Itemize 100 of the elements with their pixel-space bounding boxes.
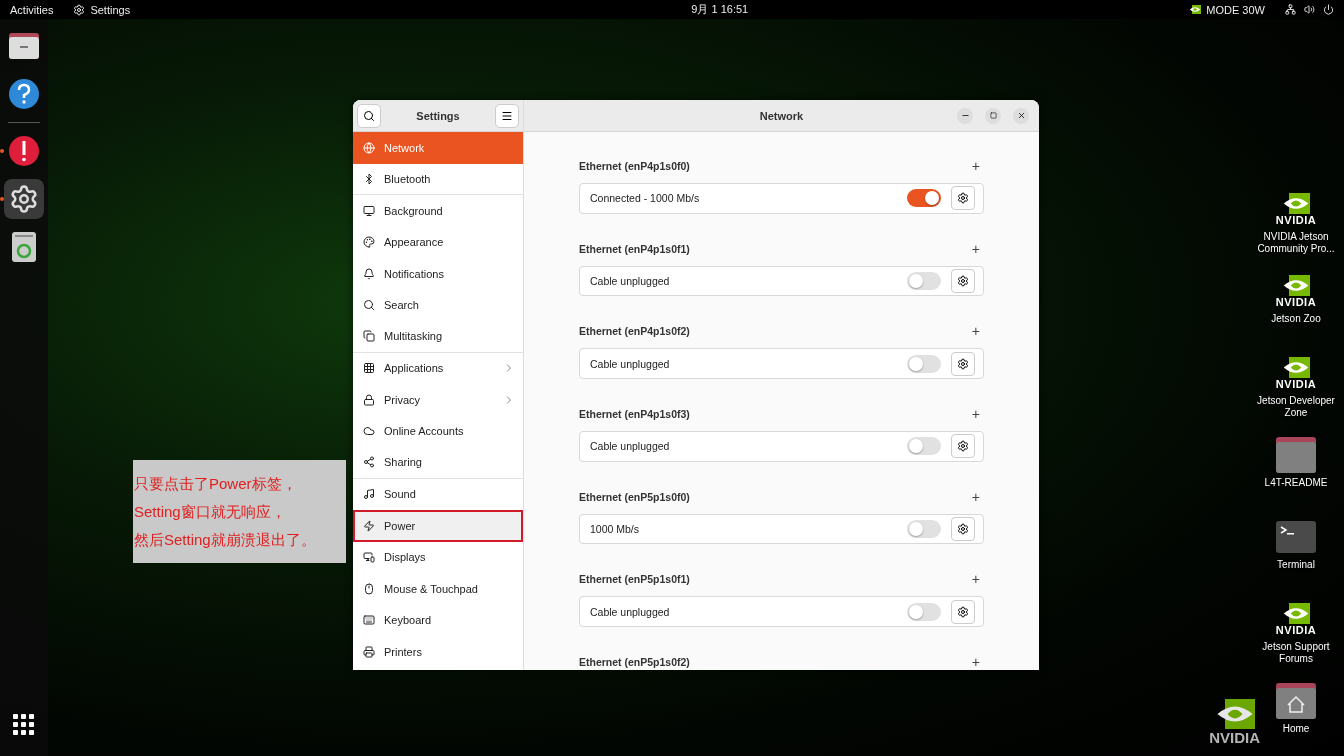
minimize-button[interactable] (957, 107, 973, 124)
folder-icon (1276, 437, 1316, 473)
sidebar-title: Settings (415, 109, 461, 122)
globe-icon (363, 141, 375, 154)
settings-button[interactable] (951, 186, 975, 211)
annotation-text: Setting窗口就无响应， (134, 501, 287, 522)
settings-icon (957, 192, 969, 205)
app-grid-icon[interactable] (13, 714, 35, 736)
settings-button[interactable] (951, 351, 975, 376)
windows-icon (363, 330, 375, 343)
display-icon (363, 551, 375, 564)
search-icon (363, 109, 375, 122)
share-icon (363, 456, 375, 469)
connection-status: Connected - 1000 Mb/s (590, 192, 701, 205)
maximize-button[interactable] (985, 107, 1001, 124)
sidebar-item[interactable]: Power (353, 510, 523, 542)
nvidia-logo-text: NVIDIA (1275, 213, 1317, 226)
activities-button[interactable]: Activities (10, 3, 54, 16)
terminal-icon (1276, 521, 1316, 553)
section-title: Ethernet (enP4p1s0f1) (579, 242, 690, 255)
nvidia-logo-text: NVIDIA (1275, 295, 1317, 308)
add-button[interactable]: + (971, 406, 980, 422)
desktop-icon[interactable]: NVIDIA Jetson Support Forums (1248, 597, 1344, 671)
lock-icon (363, 393, 375, 406)
palette-icon (363, 236, 375, 249)
add-button[interactable]: + (971, 323, 980, 340)
desktop-icon[interactable]: NVIDIA Jetson Developer Zone (1248, 351, 1344, 425)
section-title: Ethernet (enP4p1s0f3) (579, 408, 690, 420)
nvidia-logo-text: NVIDIA (1275, 377, 1317, 390)
power-icon[interactable] (1323, 4, 1334, 15)
wallpaper-logo-text: NVIDIA (1209, 729, 1260, 746)
network-icon[interactable] (1285, 4, 1296, 15)
mouse-icon (363, 582, 375, 595)
settings-button[interactable] (951, 599, 975, 624)
power-mode-indicator[interactable]: MODE 30W (1189, 3, 1265, 16)
section-title: Ethernet (enP4p1s0f2) (579, 325, 690, 338)
alert-icon (8, 135, 40, 167)
trash-icon (11, 231, 37, 263)
add-button[interactable]: + (971, 488, 980, 505)
desktop-icon[interactable]: NVIDIA Jetson Zoo (1271, 269, 1321, 343)
add-button[interactable]: + (971, 654, 980, 670)
toggle-switch[interactable] (907, 189, 941, 208)
toggle-switch[interactable] (907, 602, 941, 621)
cloud-icon (363, 425, 375, 438)
close-icon (1016, 111, 1026, 120)
settings-button[interactable] (951, 269, 975, 293)
desktop-icon[interactable]: NVIDIA NVIDIA Jetson Community Pro... (1248, 187, 1344, 261)
nvidia-logo-text: NVIDIA (1275, 623, 1317, 636)
help-icon (8, 78, 40, 110)
desktop-icon[interactable]: Home (1272, 679, 1320, 753)
keyboard-icon (363, 614, 375, 627)
annotation-text: 只要点击了Power标签， (134, 473, 298, 494)
add-button[interactable]: + (971, 240, 980, 257)
maximize-icon (989, 112, 997, 119)
window-title: Network (758, 109, 805, 122)
settings-icon (73, 3, 86, 16)
nvidia-eye-icon (1282, 274, 1310, 296)
clock[interactable]: 9月 1 16:51 (691, 2, 749, 17)
volume-icon[interactable] (1304, 4, 1315, 15)
connection-status: Cable unplugged (590, 440, 671, 453)
search-button[interactable] (357, 103, 381, 128)
section-title: Ethernet (enP5p1s0f2) (579, 656, 690, 669)
annotation-text: 然后Setting就崩溃退出了。 (134, 529, 317, 550)
section-title: Ethernet (enP5p1s0f1) (579, 573, 690, 586)
monitor-icon (363, 204, 375, 217)
search-icon (363, 299, 375, 312)
bell-icon (363, 267, 375, 280)
settings-icon (957, 275, 969, 287)
connection-status: Cable unplugged (590, 605, 671, 618)
menu-button[interactable] (495, 103, 519, 128)
settings-icon (957, 357, 969, 370)
settings-button[interactable] (951, 434, 975, 459)
connection-status: 1000 Mb/s (590, 523, 641, 535)
section-title: Ethernet (enP4p1s0f0) (579, 160, 690, 172)
section-title: Ethernet (enP5p1s0f0) (579, 490, 690, 503)
folder-icon (8, 32, 40, 60)
menu-icon (501, 109, 513, 122)
add-button[interactable]: + (971, 158, 980, 174)
settings-icon (9, 184, 39, 214)
home-folder-icon (1276, 683, 1316, 719)
toggle-switch[interactable] (907, 437, 941, 456)
toggle-switch[interactable] (907, 272, 941, 290)
toggle-switch[interactable] (907, 520, 941, 538)
settings-icon (957, 440, 969, 453)
desktop-icon[interactable]: L4T-README (1264, 433, 1328, 507)
lightning-icon (363, 519, 375, 532)
add-button[interactable]: + (971, 571, 980, 588)
settings-icon (957, 605, 969, 618)
close-button[interactable] (1013, 107, 1029, 124)
desktop-icon[interactable]: Terminal (1272, 515, 1320, 589)
sidebar-item[interactable]: Network (353, 132, 523, 164)
settings-icon (957, 523, 969, 535)
music-note-icon (363, 488, 375, 501)
app-menu[interactable]: Settings (73, 3, 131, 16)
toggle-switch[interactable] (907, 354, 941, 373)
settings-button[interactable] (951, 517, 975, 541)
grid-icon (363, 362, 375, 375)
nvidia-eye-icon (1282, 356, 1310, 378)
nvidia-eye-icon (1282, 192, 1310, 214)
connection-status: Cable unplugged (590, 275, 671, 287)
